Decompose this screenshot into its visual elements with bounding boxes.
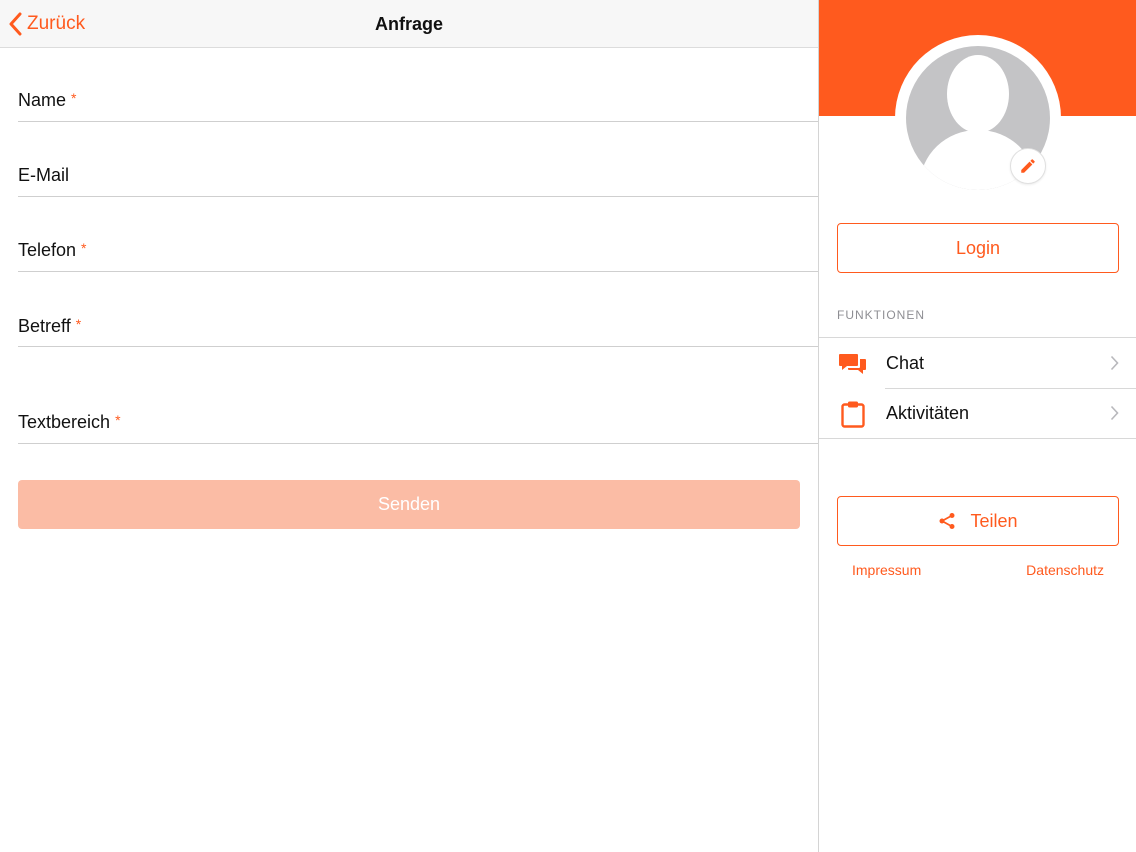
menu-item-activities[interactable]: Aktivitäten — [819, 388, 1136, 438]
privacy-link[interactable]: Datenschutz — [1026, 562, 1104, 578]
message-input[interactable] — [18, 413, 818, 441]
section-title: FUNKTIONEN — [837, 308, 925, 322]
email-input[interactable] — [18, 166, 818, 194]
page-title: Anfrage — [374, 14, 443, 34]
subject-input[interactable] — [18, 316, 818, 344]
functions-menu: Chat Aktivitäten — [819, 337, 1136, 439]
share-icon — [939, 513, 955, 529]
login-button[interactable]: Login — [837, 223, 1119, 273]
menu-item-label: Aktivitäten — [886, 402, 970, 423]
edit-avatar-button[interactable] — [1010, 148, 1046, 184]
menu-item-label: Chat — [886, 352, 925, 373]
chevron-right-icon — [1110, 355, 1119, 371]
name-field[interactable]: Name * — [18, 86, 818, 122]
chevron-right-icon — [1110, 405, 1119, 421]
subject-field[interactable]: Betreff * — [18, 310, 818, 347]
footer-links: Impressum Datenschutz — [852, 562, 1104, 578]
share-button[interactable]: Teilen — [837, 496, 1119, 546]
share-label: Teilen — [970, 510, 1018, 531]
chat-icon — [839, 354, 866, 374]
inquiry-pane: Zurück Anfrage Name * E-Mail Telefon * Bet… — [0, 0, 818, 852]
send-button[interactable]: Senden — [18, 480, 800, 529]
phone-field[interactable]: Telefon * — [18, 235, 818, 272]
phone-input[interactable] — [18, 241, 818, 269]
pencil-icon — [1021, 159, 1035, 173]
login-label: Login — [955, 237, 1001, 258]
profile-sidebar: Login FUNKTIONEN Chat Aktivitäten Teilen… — [818, 0, 1136, 852]
message-field[interactable]: Textbereich * — [18, 370, 818, 444]
clipboard-icon — [841, 401, 865, 428]
navigation-bar: Zurück Anfrage — [0, 0, 818, 48]
impressum-link[interactable]: Impressum — [852, 562, 921, 578]
email-field[interactable]: E-Mail — [18, 160, 818, 197]
name-input[interactable] — [18, 91, 818, 119]
app-window: Zurück Anfrage Name * E-Mail Telefon * Bet… — [0, 0, 1136, 852]
menu-item-chat[interactable]: Chat — [819, 338, 1136, 388]
